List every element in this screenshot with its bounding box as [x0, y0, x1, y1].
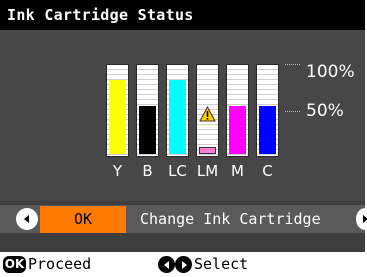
ink-level-fill [169, 80, 186, 154]
warning-icon [199, 106, 216, 122]
select-hint: Select [194, 255, 249, 273]
screen: Ink Cartridge Status 100% 50% Y B LC LM M C O… [0, 0, 367, 277]
scale-label-50: 50% [306, 101, 344, 121]
arrow-right-icon[interactable] [356, 208, 367, 230]
ink-tank-lc [166, 64, 189, 157]
scale-line-100 [285, 64, 300, 65]
arrow-left-glyph [24, 215, 29, 223]
scale-line-50 [285, 111, 300, 112]
ink-tank-label: Y [112, 162, 123, 180]
ink-tank-label: LM [196, 162, 219, 180]
ink-level-fill [229, 106, 246, 154]
ink-tank-label: LC [168, 162, 187, 180]
change-ink-cartridge-label[interactable]: Change Ink Cartridge [140, 206, 321, 233]
ink-tank-label: C [262, 162, 273, 180]
ok-button[interactable]: OK [40, 206, 126, 233]
proceed-hint: Proceed [28, 255, 92, 273]
ink-tank-label: B [142, 162, 153, 180]
ink-level-fill [109, 80, 126, 154]
ink-tank-label: M [231, 162, 244, 180]
ok-key-badge: OK [3, 256, 26, 273]
ink-tank-m [226, 64, 249, 157]
nav-left-icon [158, 256, 175, 273]
nav-left-glyph [163, 260, 169, 269]
ink-level-fill [259, 106, 276, 154]
arrow-right-glyph [363, 215, 367, 223]
page-title: Ink Cartridge Status [0, 0, 365, 30]
arrow-left-icon[interactable] [16, 208, 38, 230]
ink-tank-c [256, 64, 279, 157]
ink-level-fill [199, 147, 216, 154]
nav-right-icon [175, 256, 192, 273]
ink-tank-b [136, 64, 159, 157]
nav-right-glyph [181, 260, 187, 269]
ink-tank-y [106, 64, 129, 157]
ink-level-fill [139, 106, 156, 154]
scale-label-100: 100% [306, 62, 355, 82]
